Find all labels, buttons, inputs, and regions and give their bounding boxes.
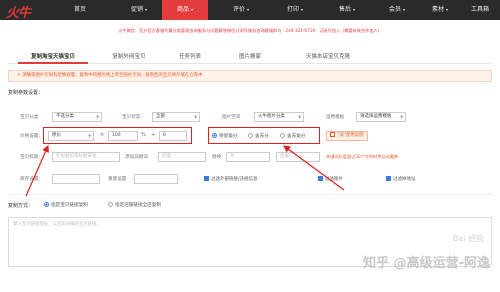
top-nav-bar: 火牛 首页 促销 ▾ 商品 ▾ 评价 ▾ 打印 ▾ 售后 ▾ 会员 ▾ 素材 ▾ 工具箱 — [0, 0, 500, 21]
image-space-label: 图片空间 — [222, 115, 241, 120]
radio-selected-icon — [44, 202, 49, 207]
nav-item-toolbox[interactable]: 工具箱 — [460, 0, 500, 20]
copy-mode-title: 复制方式： — [8, 203, 34, 209]
chevron-down-icon: ▾ — [191, 7, 194, 12]
percent-sign: % — [141, 132, 146, 138]
weight-label: 重量设置 — [108, 177, 127, 182]
brand-logo[interactable]: 火牛 — [6, 2, 31, 21]
chevron-down-icon: ▼ — [88, 134, 91, 138]
freight-select[interactable]: 请选择运费模板 ▼ — [356, 112, 406, 122]
title-prefix-input[interactable]: 在标题前或标题末加... — [52, 152, 120, 162]
tab-image-move[interactable]: 图片搬家 — [230, 50, 270, 64]
warning-icon — [330, 132, 335, 137]
image-space-select[interactable]: 火牛图片分类 ▼ — [254, 112, 304, 122]
replace-input[interactable]: 为 — [226, 152, 270, 162]
chevron-down-icon: ▾ — [301, 7, 304, 12]
nav-item-member[interactable]: 会员 ▾ — [374, 0, 420, 20]
checkbox-checked-icon — [318, 176, 323, 181]
freight-label: 运费模板 — [326, 115, 345, 120]
category-select[interactable]: 不选分类 ▼ — [52, 112, 102, 122]
plus-sign: + — [151, 132, 156, 138]
tab-copy-external[interactable]: 复制外网宝贝 — [104, 50, 154, 64]
notice-banner: 火牛微信：官方官方客服专属分类管理咨询服务与问题解答微信订阅号服务咨询客服群与 … — [118, 28, 382, 33]
settings-title: 复制参数设置： — [8, 90, 44, 96]
suffix-input[interactable]: 后缀 — [276, 152, 320, 162]
stock-input[interactable] — [52, 174, 100, 184]
tab-tmall-clone[interactable]: 天猫本店宝贝克隆 — [292, 50, 364, 64]
copy-by-item-link-radio[interactable]: 指定宝贝链接复制 — [44, 202, 88, 208]
chevron-down-icon: ▾ — [446, 7, 449, 12]
price-label: 价格设置： — [20, 134, 43, 139]
prefix-input[interactable]: 前缀 — [158, 152, 206, 162]
chevron-down-icon: ▼ — [298, 115, 301, 119]
radio-icon — [280, 133, 285, 138]
baidu-jingyan-watermark: Bai 经验 — [452, 234, 484, 243]
replace-label: 替换 — [212, 155, 222, 160]
title-label: 宝贝标题： — [20, 155, 43, 160]
checkbox-checked-icon — [386, 176, 391, 181]
filter-address-checkbox[interactable]: 过滤掉地址 — [386, 176, 416, 182]
zhihu-watermark: 知乎 @高级运营-阿逸 — [363, 256, 490, 271]
radio-selected-icon — [212, 133, 217, 138]
chevron-down-icon: ▾ — [247, 7, 250, 12]
nav-item-goods[interactable]: 商品 ▾ — [162, 0, 208, 20]
nav-item-promotion[interactable]: 促销 ▾ — [116, 0, 162, 20]
status-label: 宝贝状态 — [122, 115, 141, 120]
price-add-input[interactable]: 0 — [159, 131, 187, 141]
capacity-warning: ⚠ 请确保图片空间有足够容量，复制中的图片将上传至图片空间，复制后的宝贝将存储在… — [8, 70, 492, 82]
radio-icon — [248, 133, 253, 138]
status-select[interactable]: 全部 ▼ — [152, 112, 200, 122]
chevron-down-icon: ▼ — [96, 115, 99, 119]
function-tabs: 复制淘宝天猫宝贝 复制外网宝贝 任务列表 图片搬家 天猫本店宝贝克隆 — [8, 50, 492, 64]
checkbox-checked-icon — [204, 176, 209, 181]
chevron-down-icon: ▾ — [403, 7, 406, 12]
chevron-down-icon: ▾ — [145, 7, 148, 12]
copy-by-shop-link-radio[interactable]: 指定店铺链接全店复制 — [108, 202, 161, 208]
chevron-down-icon: ▼ — [400, 115, 403, 119]
nav-item-print[interactable]: 打印 ▾ — [272, 0, 318, 20]
chevron-down-icon: ▼ — [194, 115, 197, 119]
round-drop-fen-radio[interactable]: 舍去分 — [248, 133, 269, 139]
nav-item-material[interactable]: 素材 ▾ — [420, 0, 460, 20]
price-percent-input[interactable]: 100 — [108, 131, 138, 141]
weight-input[interactable] — [134, 174, 178, 184]
round-keep-radio[interactable]: 保留角分 — [212, 133, 237, 139]
section-divider — [8, 194, 492, 195]
radio-icon — [108, 202, 113, 207]
chevron-down-icon: ▾ — [353, 7, 356, 12]
title-length-hint: 关键词长度超过30个字符时将自动截断 — [326, 154, 399, 159]
filter-external-checkbox[interactable]: 过滤外部链接/违规信息 — [204, 176, 258, 182]
nav-item-aftersale[interactable]: 售后 ▾ — [324, 0, 370, 20]
multiply-sign: × — [100, 132, 105, 138]
usage-guide-button[interactable]: “减”使用说明 — [326, 131, 368, 141]
nav-item-review[interactable]: 评价 ▾ — [218, 0, 264, 20]
stock-label: 库存设置： — [20, 177, 43, 182]
prefix-label: 添加前缀词 — [125, 155, 148, 160]
nav-item-home[interactable]: 首页 — [58, 0, 102, 20]
category-label: 宝贝分类 — [20, 115, 39, 120]
tab-copy-taobao[interactable]: 复制淘宝天猫宝贝 — [18, 50, 88, 64]
tab-task-list[interactable]: 任务列表 — [170, 50, 210, 64]
price-base-select[interactable]: 原价 ▼ — [48, 131, 94, 141]
filter-image-checkbox[interactable]: 过滤图片 — [318, 176, 343, 182]
round-drop-jiao-radio[interactable]: 舍去角分 — [280, 133, 305, 139]
